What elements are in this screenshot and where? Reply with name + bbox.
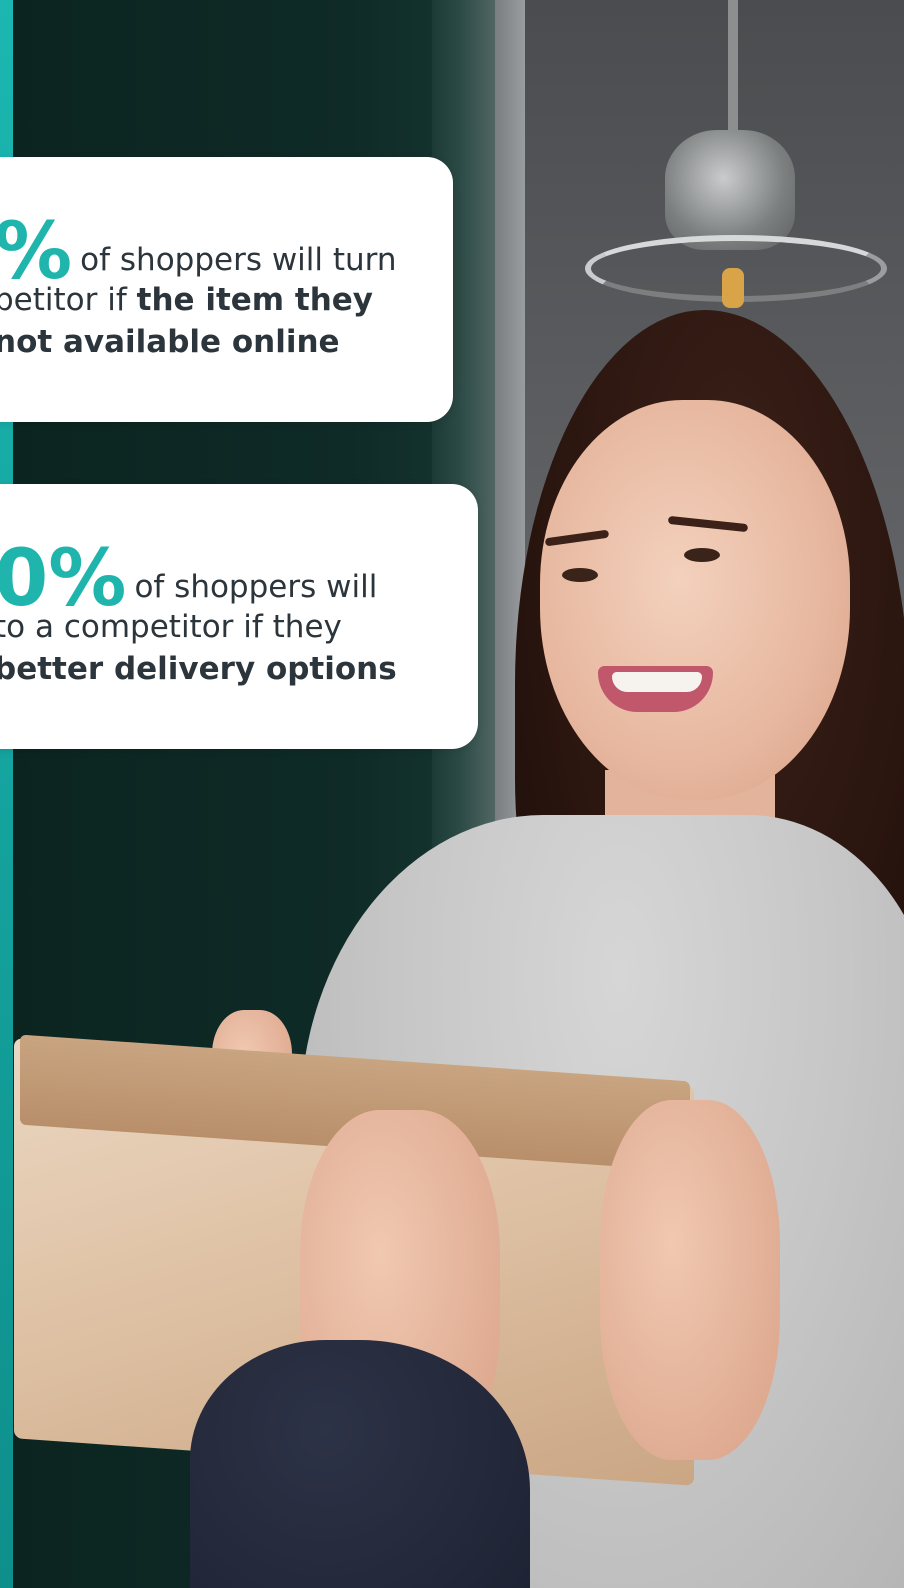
- teeth: [612, 672, 702, 692]
- woman-face: [540, 400, 850, 800]
- stat-1-line-2-bold: the item they: [136, 282, 374, 318]
- ceiling-lamp: [665, 130, 795, 250]
- stat-1-line-3: not available online: [0, 324, 340, 360]
- woman-right-hand: [600, 1100, 780, 1460]
- lamp-rod: [728, 0, 738, 150]
- right-eye: [684, 548, 720, 562]
- left-eye: [562, 568, 598, 582]
- stat-card-1: % of shoppers will turn petitor if the it…: [0, 157, 453, 422]
- stat-2-line-1: 0% of shoppers will: [0, 540, 378, 618]
- stat-2-line-2: to a competitor if they: [0, 609, 342, 645]
- stat-2-line-3: better delivery options: [0, 651, 397, 687]
- stat-card-2: 0% of shoppers will to a competitor if th…: [0, 484, 478, 749]
- stat-1-line-2: petitor if the item they: [0, 279, 373, 321]
- stat-2-line-1-text: of shoppers will: [134, 569, 378, 605]
- stat-1-line-1-text: of shoppers will turn: [80, 242, 397, 278]
- lamp-bulb: [722, 268, 744, 308]
- stat-1-line-1: % of shoppers will turn: [0, 213, 397, 291]
- stat-1-line-2-plain: petitor if: [0, 282, 137, 318]
